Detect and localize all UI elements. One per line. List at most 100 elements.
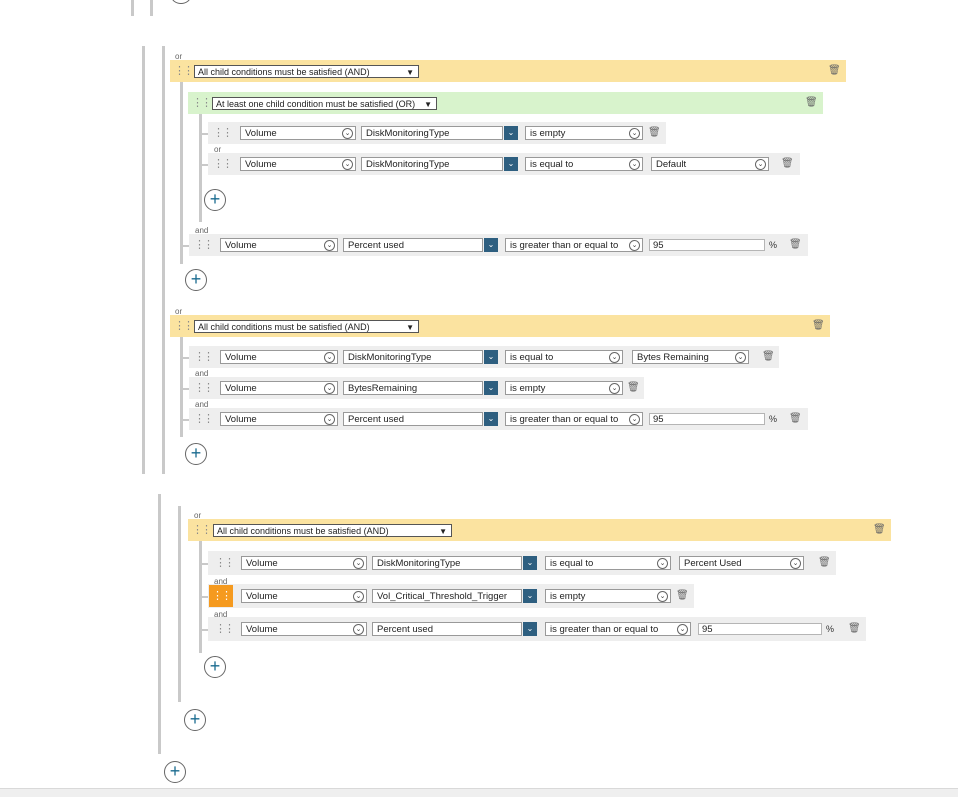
entity-select[interactable]: Volume ⌄ <box>241 622 367 636</box>
field-select[interactable]: Percent used <box>343 238 483 252</box>
field-select[interactable]: BytesRemaining <box>343 381 483 395</box>
trash-icon[interactable]: 🗑 <box>818 557 831 569</box>
group-type-select[interactable]: At least one child condition must be sat… <box>212 97 437 110</box>
drag-handle-icon[interactable]: ⋮⋮ <box>194 238 214 252</box>
field-picker-button[interactable]: ⌄ <box>523 556 537 570</box>
trash-icon[interactable]: 🗑 <box>828 65 841 77</box>
condition-row: ⋮⋮ Volume ⌄ BytesRemaining ⌄ is empty ⌄ 🗑 <box>189 377 644 399</box>
entity-select[interactable]: Volume ⌄ <box>220 350 338 364</box>
operator-select[interactable]: is equal to ⌄ <box>525 157 643 171</box>
add-condition-button[interactable]: + <box>185 443 207 465</box>
trash-icon[interactable]: 🗑 <box>848 623 861 635</box>
entity-select[interactable]: Volume ⌄ <box>220 381 338 395</box>
entity-select[interactable]: Volume ⌄ <box>220 238 338 252</box>
trash-icon[interactable]: 🗑 <box>648 127 661 139</box>
chevron-down-icon: ⌄ <box>342 128 353 139</box>
operator-select[interactable]: is greater than or equal to ⌄ <box>505 238 643 252</box>
add-condition-button[interactable] <box>171 0 191 4</box>
field-select[interactable]: DiskMonitoringType <box>372 556 522 570</box>
field-picker-button[interactable]: ⌄ <box>484 350 498 364</box>
value-select[interactable]: Default ⌄ <box>651 157 769 171</box>
field-select[interactable]: Vol_Critical_Threshold_Trigger <box>372 589 522 603</box>
operator-select[interactable]: is empty ⌄ <box>505 381 623 395</box>
chevron-down-icon: ⌄ <box>609 383 620 394</box>
tree-line <box>142 46 145 474</box>
condition-row: ⋮⋮ Volume ⌄ Percent used ⌄ is greater tha… <box>189 408 808 430</box>
condition-row: ⋮⋮ Volume ⌄ Percent used ⌄ is greater tha… <box>208 617 866 641</box>
chevron-down-icon: ⌄ <box>629 240 640 251</box>
field-picker-button[interactable]: ⌄ <box>484 381 498 395</box>
drag-handle-icon[interactable]: ⋮⋮ <box>213 126 233 140</box>
chevron-down-icon: ⌄ <box>324 383 335 394</box>
field-picker-button[interactable]: ⌄ <box>504 126 518 140</box>
entity-select[interactable]: Volume ⌄ <box>220 412 338 426</box>
field-select[interactable]: DiskMonitoringType <box>343 350 483 364</box>
operator-select[interactable]: is empty ⌄ <box>525 126 643 140</box>
operator-select[interactable]: is greater than or equal to ⌄ <box>545 622 691 636</box>
field-picker-button[interactable]: ⌄ <box>484 238 498 252</box>
tree-line <box>178 506 181 702</box>
operator-select[interactable]: is equal to ⌄ <box>545 556 671 570</box>
value-select[interactable]: Percent Used ⌄ <box>679 556 804 570</box>
field-picker-button[interactable]: ⌄ <box>523 589 537 603</box>
field-picker-button[interactable]: ⌄ <box>484 412 498 426</box>
unit-label: % <box>769 240 778 250</box>
entity-select[interactable]: Volume ⌄ <box>240 157 356 171</box>
drag-handle-icon[interactable]: ⋮⋮ <box>215 556 235 570</box>
trash-icon[interactable]: 🗑 <box>812 320 825 332</box>
entity-select[interactable]: Volume ⌄ <box>240 126 356 140</box>
add-condition-button[interactable]: + <box>204 189 226 211</box>
drag-handle-icon[interactable]: ⋮⋮ <box>174 64 194 78</box>
operator-select[interactable]: is empty ⌄ <box>545 589 671 603</box>
chevron-down-icon: ▼ <box>406 68 414 77</box>
trash-icon[interactable]: 🗑 <box>762 351 775 363</box>
drag-handle-icon[interactable]: ⋮⋮ <box>192 96 212 110</box>
trash-icon[interactable]: 🗑 <box>789 239 802 251</box>
drag-handle-icon[interactable]: ⋮⋮ <box>209 585 233 607</box>
field-select[interactable]: Percent used <box>372 622 522 636</box>
value-input[interactable]: 95 <box>698 623 822 635</box>
condition-row: ⋮⋮ Volume ⌄ DiskMonitoringType ⌄ is empty… <box>208 122 666 144</box>
field-select[interactable]: DiskMonitoringType <box>361 157 503 171</box>
field-picker-button[interactable]: ⌄ <box>523 622 537 636</box>
drag-handle-icon[interactable]: ⋮⋮ <box>194 381 214 395</box>
trash-icon[interactable]: 🗑 <box>789 413 802 425</box>
add-condition-button[interactable]: + <box>164 761 186 783</box>
condition-row: ⋮⋮ Volume ⌄ Percent used ⌄ is greater tha… <box>189 234 808 256</box>
field-select[interactable]: DiskMonitoringType <box>361 126 503 140</box>
value-select[interactable]: Bytes Remaining ⌄ <box>632 350 749 364</box>
drag-handle-icon[interactable]: ⋮⋮ <box>194 412 214 426</box>
value-input[interactable]: 95 <box>649 239 765 251</box>
trash-icon[interactable]: 🗑 <box>805 97 818 109</box>
drag-handle-icon[interactable]: ⋮⋮ <box>213 157 233 171</box>
drag-handle-icon[interactable]: ⋮⋮ <box>215 622 235 636</box>
field-picker-button[interactable]: ⌄ <box>504 157 518 171</box>
trash-icon[interactable]: 🗑 <box>627 382 640 394</box>
operator-select[interactable]: is equal to ⌄ <box>505 350 623 364</box>
drag-handle-icon[interactable]: ⋮⋮ <box>194 350 214 364</box>
chevron-down-icon: ⌄ <box>657 591 668 602</box>
operator-select[interactable]: is greater than or equal to ⌄ <box>505 412 643 426</box>
add-condition-button[interactable]: + <box>185 269 207 291</box>
and-group-header: ⋮⋮ All child conditions must be satisfie… <box>170 60 846 82</box>
group-type-select[interactable]: All child conditions must be satisfied (… <box>194 65 419 78</box>
drag-handle-icon[interactable]: ⋮⋮ <box>192 523 212 537</box>
field-select[interactable]: Percent used <box>343 412 483 426</box>
add-condition-button[interactable]: + <box>204 656 226 678</box>
chevron-down-icon: ⌄ <box>629 128 640 139</box>
and-group-header: ⋮⋮ All child conditions must be satisfie… <box>170 315 830 337</box>
trash-icon[interactable]: 🗑 <box>873 524 886 536</box>
trash-icon[interactable]: 🗑 <box>781 158 794 170</box>
value-input[interactable]: 95 <box>649 413 765 425</box>
trash-icon[interactable]: 🗑 <box>676 590 689 602</box>
group-type-select[interactable]: All child conditions must be satisfied (… <box>213 524 452 537</box>
entity-select[interactable]: Volume ⌄ <box>241 556 367 570</box>
entity-select[interactable]: Volume ⌄ <box>241 589 367 603</box>
drag-handle-icon[interactable]: ⋮⋮ <box>174 319 194 333</box>
chevron-down-icon: ⌄ <box>609 352 620 363</box>
tree-line <box>150 0 153 16</box>
group-type-select[interactable]: All child conditions must be satisfied (… <box>194 320 419 333</box>
add-condition-button[interactable]: + <box>184 709 206 731</box>
condition-row: ⋮⋮ Volume ⌄ Vol_Critical_Threshold_Trigge… <box>208 584 694 608</box>
condition-row: ⋮⋮ Volume ⌄ DiskMonitoringType ⌄ is equal… <box>189 346 779 368</box>
